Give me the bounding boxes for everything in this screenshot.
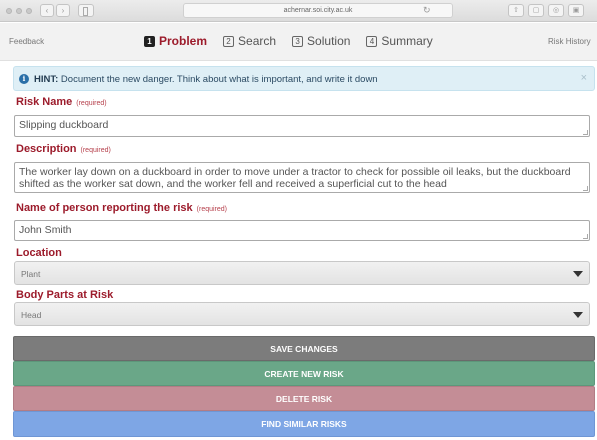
location-label: Location bbox=[16, 247, 62, 259]
risk-name-input[interactable]: Slipping duckboard bbox=[14, 115, 590, 137]
hint-prefix: HINT: bbox=[34, 74, 59, 85]
step-number: 2 bbox=[223, 35, 235, 47]
body-parts-label: Body Parts at Risk bbox=[16, 289, 114, 301]
label-text: Name of person reporting the risk bbox=[16, 202, 193, 214]
tab-label: Summary bbox=[381, 34, 433, 48]
body-parts-select[interactable]: Head bbox=[14, 302, 590, 326]
tab-problem[interactable]: 1 Problem bbox=[144, 34, 207, 48]
step-number: 1 bbox=[144, 35, 155, 47]
toolbar-right-buttons: ⇧ ▢ ◎ ▣ bbox=[508, 4, 584, 17]
step-number: 4 bbox=[366, 35, 378, 47]
hint-text: HINT: Document the new danger. Think abo… bbox=[34, 74, 378, 85]
forward-button[interactable]: › bbox=[56, 4, 70, 17]
tab-search[interactable]: 2 Search bbox=[223, 34, 276, 48]
address-bar[interactable]: achernar.soi.city.ac.uk bbox=[183, 3, 453, 18]
info-icon: i bbox=[19, 74, 29, 84]
extension-icon[interactable]: ▣ bbox=[568, 4, 584, 17]
history-buttons: ‹ › bbox=[40, 4, 94, 17]
wizard-steps: 1 Problem 2 Search 3 Solution 4 Summary bbox=[144, 34, 433, 48]
tab-label: Problem bbox=[159, 34, 208, 48]
location-select[interactable]: Plant bbox=[14, 261, 590, 285]
close-window-button[interactable] bbox=[6, 8, 12, 14]
description-label: Description (required) bbox=[16, 143, 111, 155]
reporter-input[interactable]: John Smith bbox=[14, 220, 590, 241]
tab-solution[interactable]: 3 Solution bbox=[292, 34, 350, 48]
chevron-down-icon bbox=[573, 312, 583, 318]
risk-history-link[interactable]: Risk History bbox=[548, 37, 591, 46]
delete-risk-button[interactable]: DELETE RISK bbox=[13, 386, 595, 411]
description-textarea[interactable]: The worker lay down on a duckboard in or… bbox=[14, 162, 590, 193]
risk-name-label: Risk Name (required) bbox=[16, 96, 107, 108]
downloads-icon[interactable]: ◎ bbox=[548, 4, 564, 17]
close-icon[interactable]: × bbox=[581, 72, 587, 84]
required-note: (required) bbox=[76, 100, 107, 107]
share-icon[interactable]: ⇧ bbox=[508, 4, 524, 17]
feedback-link[interactable]: Feedback bbox=[9, 37, 44, 46]
tab-summary[interactable]: 4 Summary bbox=[366, 34, 433, 48]
zoom-window-button[interactable] bbox=[26, 8, 32, 14]
label-text: Risk Name bbox=[16, 96, 73, 108]
select-value: Head bbox=[21, 310, 42, 320]
reload-icon[interactable]: ↻ bbox=[423, 5, 431, 16]
create-new-risk-button[interactable]: CREATE NEW RISK bbox=[13, 361, 595, 386]
tab-label: Search bbox=[238, 34, 277, 48]
tabs-overview-icon[interactable]: ▢ bbox=[528, 4, 544, 17]
browser-toolbar: ‹ › achernar.soi.city.ac.uk ↻ ⇧ ▢ ◎ ▣ bbox=[0, 0, 597, 22]
select-value: Plant bbox=[21, 269, 41, 279]
hint-alert: i HINT: Document the new danger. Think a… bbox=[13, 66, 595, 91]
tab-label: Solution bbox=[307, 34, 351, 48]
required-note: (required) bbox=[80, 147, 111, 154]
save-changes-button[interactable]: SAVE CHANGES bbox=[13, 336, 595, 361]
window-controls bbox=[6, 8, 32, 14]
sidebar-toggle-icon[interactable] bbox=[78, 4, 94, 17]
required-note: (required) bbox=[196, 206, 228, 213]
chevron-down-icon bbox=[573, 271, 583, 277]
app-nav-bar: Feedback 1 Problem 2 Search 3 Solution 4… bbox=[0, 23, 597, 61]
find-similar-risks-button[interactable]: FIND SIMILAR RISKS bbox=[13, 411, 595, 437]
back-button[interactable]: ‹ bbox=[40, 4, 54, 17]
minimize-window-button[interactable] bbox=[16, 8, 22, 14]
label-text: Description bbox=[16, 143, 77, 155]
hint-message: Document the new danger. Think about wha… bbox=[60, 74, 378, 85]
reporter-label: Name of person reporting the risk (requir… bbox=[16, 202, 227, 214]
step-number: 3 bbox=[292, 35, 304, 47]
